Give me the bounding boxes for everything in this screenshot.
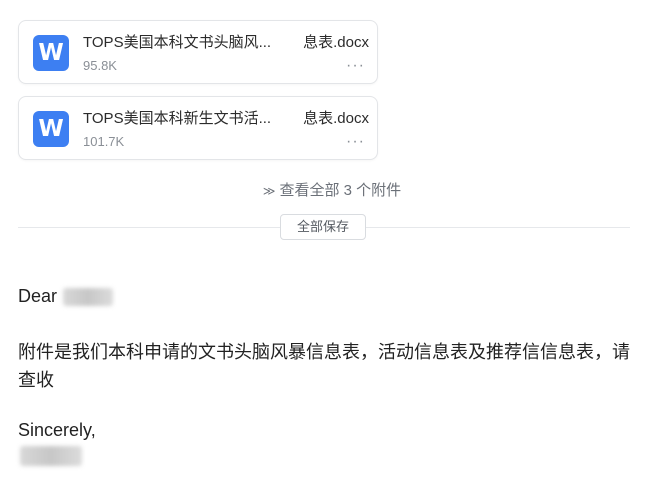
view-all-attachments-link[interactable]: ≫ 查看全部 3 个附件 bbox=[0, 181, 664, 201]
message-paragraph: 附件是我们本科申请的文书头脑风暴信息表，活动信息表及推荐信信息表，请查收 bbox=[18, 342, 630, 390]
redacted-recipient-name bbox=[63, 288, 114, 307]
word-doc-icon: W bbox=[33, 35, 69, 71]
attachment-filename[interactable]: TOPS美国本科文书头脑风... 息表.docx bbox=[83, 33, 369, 53]
closing-text: Sincerely, bbox=[18, 420, 96, 440]
attachment-card[interactable]: W TOPS美国本科文书头脑风... 息表.docx 95.8K ··· bbox=[18, 20, 378, 84]
greeting-text: Dear bbox=[18, 286, 58, 306]
attachment-size: 95.8K bbox=[83, 58, 117, 73]
attachment-size: 101.7K bbox=[83, 134, 125, 149]
save-all-button[interactable]: 全部保存 bbox=[280, 214, 366, 240]
attachment-card[interactable]: W TOPS美国本科新生文书活... 息表.docx 101.7K ··· bbox=[18, 96, 378, 160]
word-doc-icon: W bbox=[33, 111, 69, 147]
double-chevron-down-icon: ≫ bbox=[262, 184, 276, 198]
greeting-line: Dear bbox=[18, 284, 114, 308]
view-all-label: 查看全部 3 个附件 bbox=[279, 182, 402, 199]
redacted-sender-name bbox=[20, 446, 82, 466]
more-options-icon[interactable]: ··· bbox=[346, 57, 365, 75]
more-options-icon[interactable]: ··· bbox=[346, 133, 365, 151]
attachment-filename[interactable]: TOPS美国本科新生文书活... 息表.docx bbox=[83, 109, 369, 129]
